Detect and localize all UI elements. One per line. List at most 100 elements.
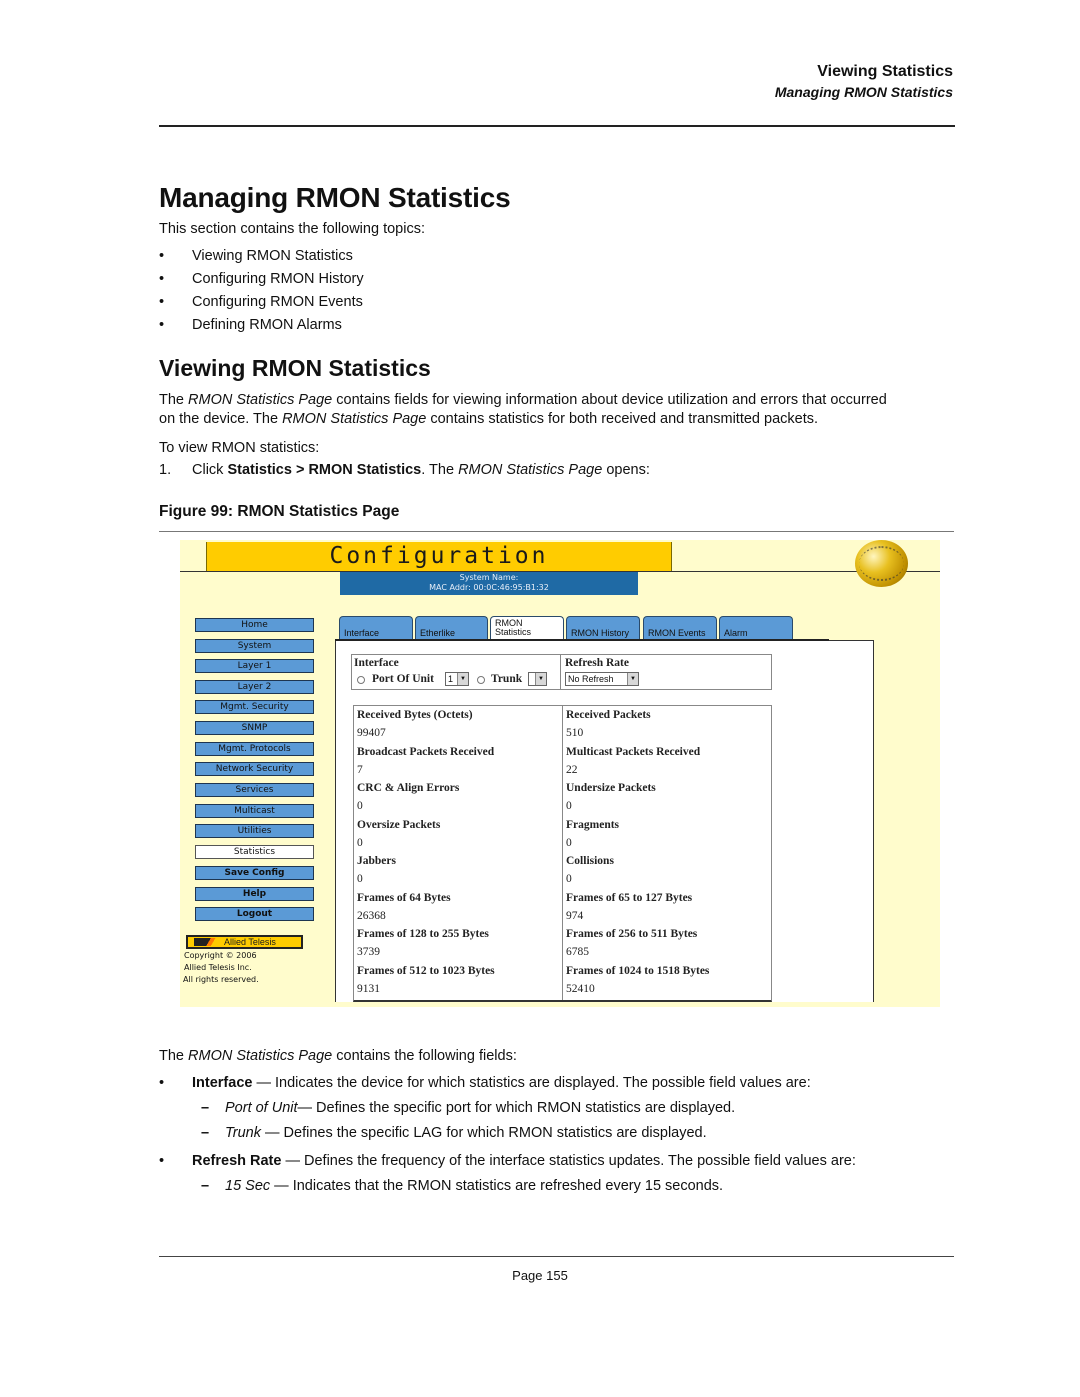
text: Click	[192, 462, 228, 478]
tab-rmon-statistics[interactable]: RMON Statistics	[490, 616, 564, 641]
stat-value: 9131	[357, 982, 380, 995]
nav-save-config[interactable]: Save Config	[195, 866, 314, 880]
nav-home[interactable]: Home	[195, 618, 314, 632]
configuration-banner: Configuration	[206, 542, 672, 572]
dropdown-arrow-icon: ▼	[535, 673, 546, 685]
selected-value: 1	[448, 674, 454, 684]
stat-label: Undersize Packets	[566, 782, 656, 794]
stat-value: 22	[566, 763, 578, 776]
nav-utilities[interactable]: Utilities	[195, 824, 314, 838]
page-title: Managing RMON Statistics	[159, 182, 511, 213]
value-name: Port of Unit	[225, 1100, 298, 1116]
refresh-rate-label: Refresh Rate	[565, 657, 629, 669]
nav-system[interactable]: System	[195, 639, 314, 653]
column-divider	[562, 706, 563, 1000]
text: opens:	[602, 462, 650, 478]
running-header-subsection: Managing RMON Statistics	[774, 84, 953, 100]
stat-label: Frames of 128 to 255 Bytes	[357, 928, 489, 940]
nav-logout[interactable]: Logout	[195, 907, 314, 921]
stat-label: Broadcast Packets Received	[357, 745, 495, 758]
stat-value: 510	[566, 727, 584, 739]
tab-interface[interactable]: Interface	[339, 616, 413, 640]
rmon-statistics-screenshot: Configuration System Name: MAC Addr: 00:…	[180, 540, 940, 1007]
text: The	[159, 392, 189, 408]
nav-services[interactable]: Services	[195, 783, 314, 797]
bullet-icon: •	[159, 1153, 165, 1169]
value-desc: — Defines the specific LAG for which RMO…	[261, 1125, 707, 1141]
stat-label: Received Bytes (Octets)	[357, 709, 473, 721]
field-desc: — Indicates the device for which statist…	[252, 1075, 811, 1091]
value-text: Trunk — Defines the specific LAG for whi…	[225, 1125, 707, 1141]
stat-value: 99407	[357, 727, 386, 739]
value-desc: — Indicates that the RMON statistics are…	[270, 1178, 724, 1194]
dash-icon: –	[201, 1100, 210, 1116]
nav-layer-2[interactable]: Layer 2	[195, 680, 314, 694]
text: on the device. The	[159, 411, 283, 427]
stat-value: 52410	[566, 982, 595, 995]
page-name-emphasis: RMON Statistics Page	[282, 411, 427, 427]
tab-etherlike[interactable]: Etherlike	[415, 616, 488, 640]
stat-label: Received Packets	[566, 709, 651, 721]
nav-layer-1[interactable]: Layer 1	[195, 659, 314, 673]
intro-text: This section contains the following topi…	[159, 221, 425, 237]
stat-value: 0	[566, 873, 572, 885]
nav-statistics[interactable]: Statistics	[195, 845, 314, 859]
page-number: Page 155	[512, 1268, 568, 1283]
stat-label: Frames of 65 to 127 Bytes	[566, 891, 693, 904]
value-text: 15 Sec — Indicates that the RMON statist…	[225, 1178, 723, 1194]
description-line-2: on the device. The RMON Statistics Page …	[159, 410, 959, 429]
topic-label[interactable]: Viewing RMON Statistics	[192, 248, 353, 264]
dropdown-arrow-icon: ▼	[457, 673, 468, 685]
stat-value: 974	[566, 909, 584, 922]
running-header-section: Viewing Statistics	[817, 63, 953, 80]
stat-value: 0	[357, 873, 363, 885]
selected-value: No Refresh	[568, 674, 614, 684]
topic-label[interactable]: Defining RMON Alarms	[192, 317, 342, 333]
field-desc: — Defines the frequency of the interface…	[281, 1153, 856, 1169]
stat-label: Oversize Packets	[357, 818, 441, 831]
panel-top-rule	[335, 639, 829, 641]
nav-snmp[interactable]: SNMP	[195, 721, 314, 735]
interface-label: Interface	[354, 657, 399, 669]
description-line-1: The RMON Statistics Page contains fields…	[159, 391, 959, 410]
topic-label[interactable]: Configuring RMON Events	[192, 294, 363, 310]
logo-text: Allied Telesis	[224, 937, 276, 947]
stat-label: Jabbers	[357, 855, 396, 867]
stat-label: Frames of 512 to 1023 Bytes	[357, 964, 495, 977]
stat-value: 7	[357, 763, 363, 776]
field-name: Interface	[192, 1075, 253, 1091]
step-text: Click Statistics > RMON Statistics. The …	[192, 461, 650, 480]
nav-mgmt-security[interactable]: Mgmt. Security	[195, 700, 314, 714]
bullet-icon: •	[159, 248, 165, 264]
nav-multicast[interactable]: Multicast	[195, 804, 314, 818]
bullet-icon: •	[159, 294, 165, 310]
stat-label: Frames of 64 Bytes	[357, 891, 451, 904]
statistics-table: Received Bytes (Octets) 99407 Received Pac…	[353, 705, 772, 1002]
field-text: Refresh Rate — Defines the frequency of …	[192, 1153, 856, 1169]
nav-help[interactable]: Help	[195, 887, 314, 901]
fields-intro: The RMON Statistics Page contains the fo…	[159, 1047, 517, 1066]
stat-value: 0	[357, 836, 363, 849]
section-heading: Viewing RMON Statistics	[159, 355, 431, 381]
menu-path: Statistics > RMON Statistics	[227, 462, 422, 478]
tab-rmon-history[interactable]: RMON History	[566, 616, 640, 640]
header-rule	[159, 125, 955, 127]
figure-rule	[159, 531, 954, 532]
stat-value: 3739	[357, 946, 380, 958]
nav-network-security[interactable]: Network Security	[195, 762, 314, 776]
copyright-line: All rights reserved.	[183, 975, 259, 984]
nav-mgmt-protocols[interactable]: Mgmt. Protocols	[195, 742, 314, 756]
trunk-select[interactable]: ▼	[528, 672, 547, 686]
tab-rmon-events[interactable]: RMON Events	[643, 616, 717, 640]
trunk-radio[interactable]	[477, 676, 485, 684]
port-of-unit-radio[interactable]	[357, 676, 365, 684]
topic-label[interactable]: Configuring RMON History	[192, 271, 364, 287]
bullet-icon: •	[159, 317, 165, 333]
port-of-unit-select[interactable]: 1 ▼	[445, 672, 469, 686]
refresh-rate-select[interactable]: No Refresh ▼	[565, 672, 639, 686]
page-name-emphasis: RMON Statistics Page	[188, 1048, 333, 1064]
dropdown-arrow-icon: ▼	[627, 673, 638, 685]
stat-label: Fragments	[566, 818, 620, 831]
tab-alarm[interactable]: Alarm	[719, 616, 793, 640]
stat-label: Collisions	[566, 855, 614, 867]
